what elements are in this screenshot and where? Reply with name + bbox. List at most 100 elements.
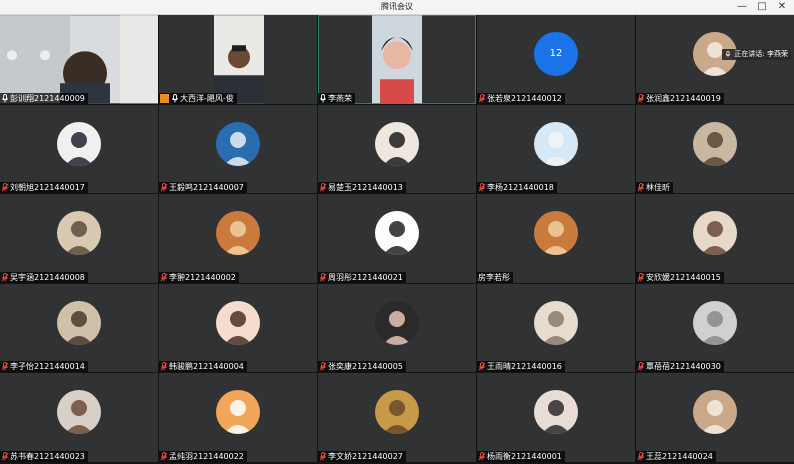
microphone-muted-icon — [160, 272, 168, 282]
microphone-muted-icon — [319, 362, 327, 371]
microphone-muted-icon — [637, 362, 645, 371]
participant-tile[interactable]: 覃蓓蓓2121440030 — [636, 283, 794, 372]
avatar — [375, 211, 419, 256]
minimize-button[interactable]: — — [732, 0, 752, 14]
participant-tile[interactable]: 张奕康2121440005 — [318, 283, 476, 372]
microphone-muted-icon — [1, 183, 9, 192]
participant-tile[interactable]: 李杨2121440018 — [477, 104, 635, 193]
participant-name-label: 李子怡2121440014 — [0, 361, 88, 372]
participant-tile[interactable]: 韩骏鹏2121440004 — [159, 283, 317, 372]
participant-name: 孟纯羽2121440022 — [169, 451, 244, 461]
participant-name-label: 房李若彤 — [477, 271, 513, 283]
participant-name-label: 王毅鸣2121440007 — [159, 182, 247, 193]
participant-tile[interactable]: 李燕荣 — [318, 15, 476, 104]
participant-name-label: 李翀2121440002 — [159, 271, 239, 283]
microphone-muted-icon — [478, 451, 486, 461]
participant-name: 刘朝旭2121440017 — [10, 183, 85, 192]
host-icon — [160, 93, 169, 103]
microphone-icon — [1, 93, 9, 103]
avatar — [216, 121, 260, 166]
microphone-muted-icon — [478, 183, 486, 192]
close-button[interactable]: ✕ — [772, 0, 792, 14]
participant-tile[interactable]: 吴宇涵2121440008 — [0, 194, 158, 283]
participant-name: 吴宇涵2121440008 — [10, 272, 85, 282]
microphone-muted-icon — [478, 93, 486, 103]
microphone-muted-icon — [637, 93, 645, 103]
participant-name: 李子怡2121440014 — [10, 362, 85, 371]
participant-name: 安欣媛2121440015 — [646, 272, 721, 282]
avatar — [57, 121, 101, 166]
microphone-muted-icon — [1, 272, 9, 282]
avatar — [534, 390, 578, 435]
participant-name: 房李若彤 — [478, 272, 510, 282]
microphone-muted-icon — [160, 362, 168, 371]
participant-tile[interactable]: 12 张若泉2121440012 — [477, 15, 635, 104]
participant-name-label: 安欣媛2121440015 — [636, 271, 724, 283]
participant-video — [0, 15, 158, 104]
participant-tile[interactable]: 刘朝旭2121440017 — [0, 104, 158, 193]
participant-name-label: 王蕊2121440024 — [636, 450, 716, 462]
participant-name-label: 杨雨衡2121440001 — [477, 450, 565, 462]
participant-tile[interactable]: 大西洋-飓风-俊 — [159, 15, 317, 104]
avatar — [375, 121, 419, 166]
participant-name-label: 李杨2121440018 — [477, 182, 557, 193]
microphone-muted-icon — [637, 183, 645, 192]
avatar — [693, 211, 737, 256]
microphone-muted-icon — [319, 272, 327, 282]
participant-tile[interactable]: 王蕊2121440024 — [636, 373, 794, 462]
participant-tile[interactable]: 房李若彤 — [477, 194, 635, 283]
participant-name: 韩骏鹏2121440004 — [169, 362, 244, 371]
microphone-muted-icon — [1, 451, 9, 461]
participant-tile[interactable]: 李翀2121440002 — [159, 194, 317, 283]
participant-tile[interactable]: 孟纯羽2121440022 — [159, 373, 317, 462]
avatar — [57, 390, 101, 435]
participant-name-label: 韩骏鹏2121440004 — [159, 361, 247, 372]
microphone-icon — [725, 51, 731, 58]
participant-grid: 彭训翔2121440009 大西洋-飓风-俊 李燕荣 12 张若泉2121440012 张… — [0, 15, 794, 464]
participant-name: 杨雨衡2121440001 — [487, 451, 562, 461]
participant-name: 王毅鸣2121440007 — [169, 183, 244, 192]
participant-name: 李燕荣 — [328, 93, 352, 103]
avatar — [693, 300, 737, 345]
participant-tile[interactable]: 安欣媛2121440015 — [636, 194, 794, 283]
participant-tile[interactable]: 李文娇2121440027 — [318, 373, 476, 462]
avatar — [693, 390, 737, 435]
participant-name: 李文娇2121440027 — [328, 451, 403, 461]
participant-name-label: 张奕康2121440005 — [318, 361, 406, 372]
avatar — [216, 390, 260, 435]
speaking-text: 正在讲话: 李燕荣 — [734, 50, 788, 58]
participant-tile[interactable]: 林佳昕 — [636, 104, 794, 193]
participant-tile[interactable]: 李子怡2121440014 — [0, 283, 158, 372]
participant-tile[interactable]: 王毅鸣2121440007 — [159, 104, 317, 193]
participant-name: 李翀2121440002 — [169, 272, 236, 282]
maximize-button[interactable]: □ — [752, 0, 772, 14]
participant-name-label: 吴宇涵2121440008 — [0, 271, 88, 283]
microphone-muted-icon — [478, 362, 486, 371]
participant-tile[interactable]: 杨雨衡2121440001 — [477, 373, 635, 462]
participant-tile[interactable]: 周羽彤2121440021 — [318, 194, 476, 283]
microphone-muted-icon — [160, 183, 168, 192]
participant-name: 张奕康2121440005 — [328, 362, 403, 371]
microphone-muted-icon — [319, 451, 327, 461]
window-title: 腾讯会议 — [381, 2, 413, 11]
participant-tile[interactable]: 苏书春2121440023 — [0, 373, 158, 462]
participant-name-label: 刘朝旭2121440017 — [0, 182, 88, 193]
participant-name-label: 覃蓓蓓2121440030 — [636, 361, 724, 372]
speaking-indicator: 正在讲话: 李燕荣 — [722, 49, 791, 60]
participant-name-label: 李文娇2121440027 — [318, 450, 406, 462]
participant-name-label: 易楚玉2121440013 — [318, 182, 406, 193]
participant-tile[interactable]: 张润鑫2121440019 正在讲话: 李燕荣 — [636, 15, 794, 104]
participant-name: 覃蓓蓓2121440030 — [646, 362, 721, 371]
participant-tile[interactable]: 易楚玉2121440013 — [318, 104, 476, 193]
participant-tile[interactable]: 王雨晴2121440016 — [477, 283, 635, 372]
participant-name-label: 孟纯羽2121440022 — [159, 450, 247, 462]
avatar — [57, 300, 101, 345]
participant-name: 林佳昕 — [646, 183, 670, 192]
avatar — [534, 211, 578, 256]
avatar — [693, 121, 737, 166]
avatar — [216, 211, 260, 256]
participant-name-label: 彭训翔2121440009 — [0, 92, 88, 104]
participant-name: 彭训翔2121440009 — [10, 93, 85, 103]
participant-name: 张润鑫2121440019 — [646, 93, 721, 103]
participant-tile[interactable]: 彭训翔2121440009 — [0, 15, 158, 104]
